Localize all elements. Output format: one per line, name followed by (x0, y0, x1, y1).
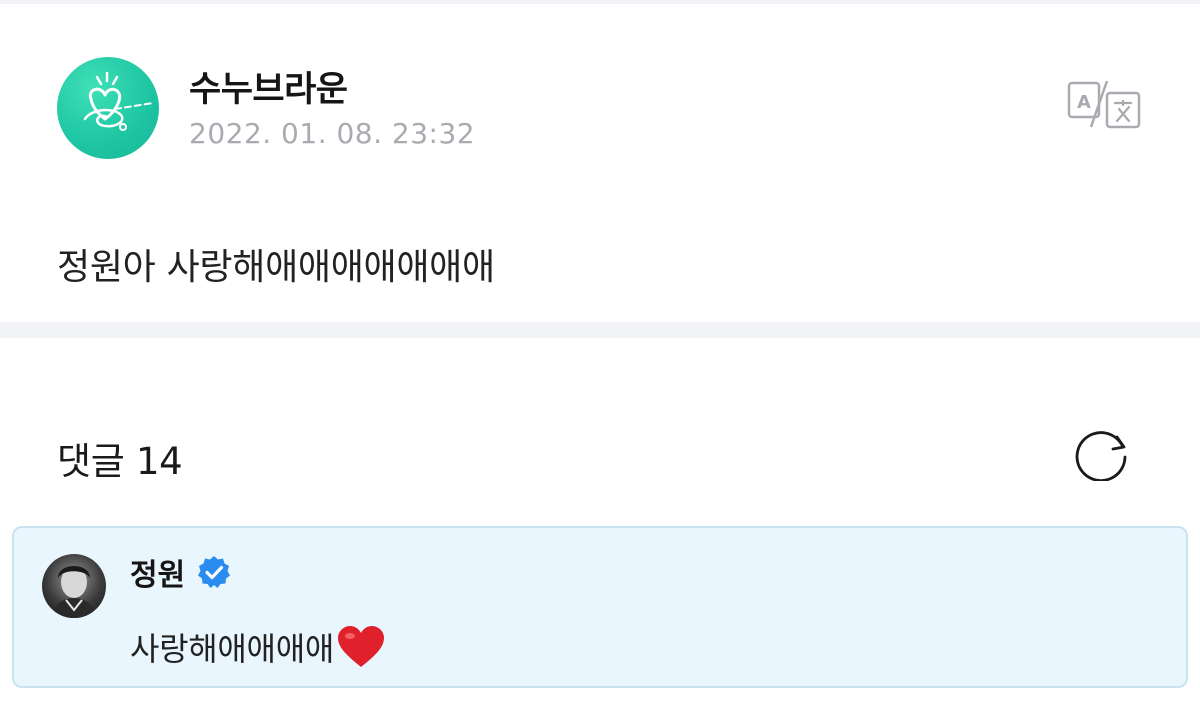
translate-button[interactable]: A (1067, 79, 1143, 131)
refresh-button[interactable] (1073, 425, 1131, 482)
heart-icon (336, 625, 386, 669)
refresh-icon (1075, 431, 1127, 482)
portrait-icon (52, 566, 96, 618)
post-body-text: 정원아 사랑해애애애애애애애 (57, 247, 495, 288)
comment-text: 사랑해애애애애 (130, 624, 386, 670)
section-divider (0, 322, 1200, 338)
heart-doodle-icon (83, 71, 154, 131)
comment-text-body: 사랑해애애애애 (130, 630, 334, 668)
post-author-name[interactable]: 수누브라운 (189, 61, 348, 112)
comments-count-title: 댓글 14 (57, 440, 183, 483)
author-avatar[interactable] (57, 57, 159, 159)
comment-author-row: 정원 (130, 550, 231, 594)
comment-card[interactable]: 정원 사랑해애애애애 (12, 526, 1188, 688)
translate-icon: A (1067, 80, 1141, 129)
comments-header: 댓글 14 (57, 425, 1143, 483)
commenter-avatar[interactable] (42, 554, 106, 618)
top-divider (0, 0, 1200, 4)
verified-badge-icon (197, 555, 231, 589)
post-timestamp: 2022. 01. 08. 23:32 (189, 117, 476, 150)
post-header: 수누브라운 2022. 01. 08. 23:32 A (57, 57, 1143, 161)
svg-text:A: A (1077, 92, 1091, 113)
comment-author-name[interactable]: 정원 (130, 550, 185, 594)
